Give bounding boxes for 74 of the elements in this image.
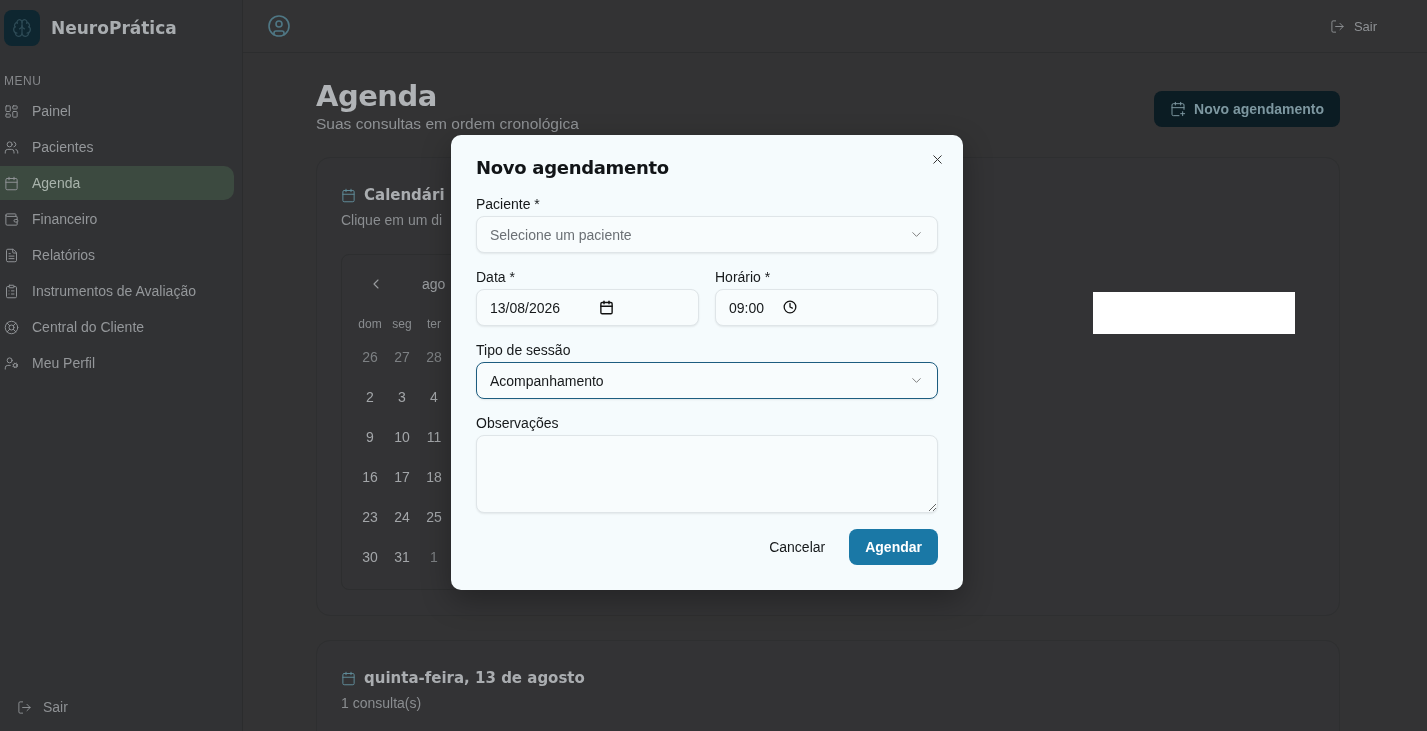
weekday-label: ter xyxy=(426,316,442,333)
select-field[interactable]: Selecione um paciente xyxy=(476,216,938,253)
calendar-day[interactable]: 26 xyxy=(354,337,386,377)
logout-link[interactable]: Sair xyxy=(1329,18,1377,34)
calendar-day[interactable]: 25 xyxy=(418,497,450,537)
calendar-day[interactable]: 31 xyxy=(386,537,418,577)
new-appointment-button[interactable]: Novo agendamento xyxy=(1154,91,1340,127)
month-label: ago xyxy=(422,276,446,292)
calendar-day[interactable]: 3 xyxy=(386,377,418,417)
select-field[interactable]: Acompanhamento xyxy=(476,362,938,399)
clock-icon xyxy=(783,300,797,314)
weekday-label: dom xyxy=(357,316,383,333)
appointment-count: 1 consulta(s) xyxy=(341,695,423,711)
calendar-day[interactable]: 11 xyxy=(418,417,450,457)
brain-logo xyxy=(4,10,40,46)
select-value: Acompanhamento xyxy=(490,372,604,389)
calendar-plus-icon xyxy=(1170,101,1187,117)
card-description: Clique em um di xyxy=(341,212,444,228)
calendar-day[interactable]: 30 xyxy=(354,537,386,577)
dashboard-icon xyxy=(4,103,19,119)
card-title: Calendári xyxy=(364,186,445,204)
page-subtitle: Suas consultas em ordem cronológica xyxy=(316,115,579,133)
field-label: Horário * xyxy=(715,269,772,285)
card-title: quinta-feira, 13 de agosto xyxy=(364,669,585,687)
calendar-day[interactable]: 9 xyxy=(354,417,386,457)
notes-field[interactable] xyxy=(476,435,938,513)
logout-icon xyxy=(17,699,32,715)
calendar-day[interactable]: 24 xyxy=(386,497,418,537)
nav-item[interactable]: Pacientes xyxy=(0,130,234,164)
dialog-title: Novo agendamento xyxy=(476,157,670,178)
nav-item[interactable]: Relatórios xyxy=(0,238,234,272)
wallet-icon xyxy=(4,211,19,227)
nav-item[interactable]: Financeiro xyxy=(0,202,234,236)
calendar-icon xyxy=(599,300,614,315)
calendar-day[interactable]: 28 xyxy=(418,337,450,377)
clipboard-icon xyxy=(4,283,19,299)
field-label: Observações xyxy=(476,415,560,431)
brand-name: NeuroPrática xyxy=(51,18,177,38)
weekday-label: seg xyxy=(391,316,413,333)
calendar-day[interactable]: 27 xyxy=(386,337,418,377)
calendar-day[interactable]: 2 xyxy=(354,377,386,417)
calendar-icon xyxy=(341,187,356,203)
field-label: Data * xyxy=(476,269,516,285)
select-placeholder: Selecione um paciente xyxy=(490,226,632,243)
user-avatar-icon[interactable] xyxy=(267,14,291,38)
calendar-day[interactable]: 4 xyxy=(418,377,450,417)
nav-item[interactable]: Agenda xyxy=(0,166,234,200)
nav-item[interactable]: Meu Perfil xyxy=(0,346,234,380)
calendar-day[interactable]: 18 xyxy=(418,457,450,497)
menu-label: MENU xyxy=(4,74,42,88)
logout-icon xyxy=(1329,18,1345,34)
calendar-day[interactable]: 16 xyxy=(354,457,386,497)
document-icon xyxy=(4,247,19,263)
cancel-button[interactable]: Cancelar xyxy=(761,529,834,565)
submit-button[interactable]: Agendar xyxy=(849,529,938,565)
nav-item[interactable]: Painel xyxy=(0,94,234,128)
time-field[interactable]: 09:00 xyxy=(715,289,938,326)
users-icon xyxy=(4,139,19,155)
user-gear-icon xyxy=(4,355,19,371)
calendar-day[interactable]: 17 xyxy=(386,457,418,497)
nav-item[interactable]: Central do Cliente xyxy=(0,310,234,344)
calendar-day[interactable]: 10 xyxy=(386,417,418,457)
logout-link[interactable]: Sair xyxy=(0,699,68,715)
date-field[interactable]: 13/08/2026 xyxy=(476,289,699,326)
field-label: Paciente * xyxy=(476,196,541,212)
calendar-icon xyxy=(4,175,19,191)
nav-item[interactable]: Instrumentos de Avaliação xyxy=(0,274,234,308)
page-title: Agenda xyxy=(316,79,438,113)
close-icon[interactable] xyxy=(930,152,945,167)
calendar-day[interactable]: 23 xyxy=(354,497,386,537)
field-label: Tipo de sessão xyxy=(476,342,572,358)
lifebuoy-icon xyxy=(4,319,19,335)
calendar-icon xyxy=(341,670,356,686)
calendar-day[interactable]: 1 xyxy=(418,537,450,577)
